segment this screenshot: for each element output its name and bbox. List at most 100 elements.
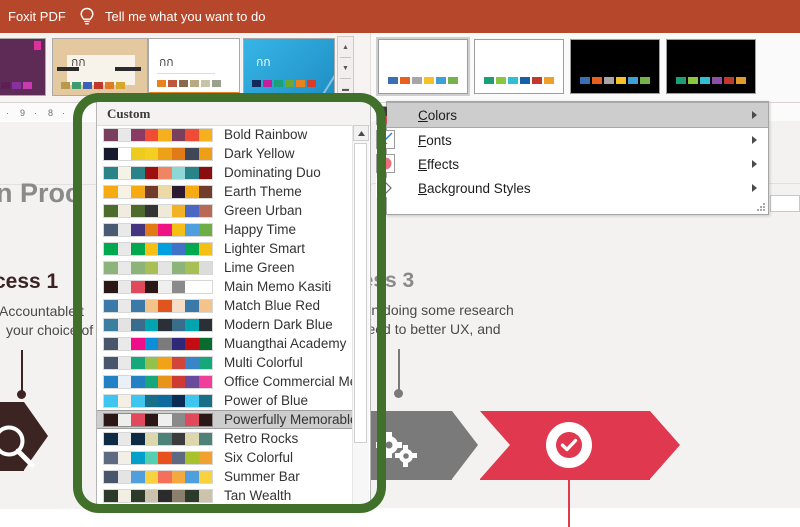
theme-color-swatches xyxy=(103,165,213,180)
theme-list-item[interactable]: Dominating Duo xyxy=(97,163,353,182)
variant-2[interactable] xyxy=(474,39,564,94)
theme-thumb-text: กก xyxy=(71,55,86,69)
theme-list-item-label: Six Colorful xyxy=(224,450,294,465)
tell-me-input[interactable]: Tell me what you want to do xyxy=(105,0,265,33)
theme-list-item-label: Match Blue Red xyxy=(224,298,321,313)
theme-list-item[interactable]: Main Memo Kasiti xyxy=(97,277,353,296)
theme-thumb-wood[interactable]: กก xyxy=(52,38,148,96)
theme-list-item-label: Office Commercial Metro xyxy=(224,374,353,389)
process1-body-line2: your choice of xyxy=(6,322,94,338)
theme-list-item[interactable]: Power of Blue xyxy=(97,391,353,410)
ruler-tick: 8 xyxy=(48,108,54,118)
chevron-right-icon xyxy=(752,136,757,144)
menu-item-effects-label: Effects xyxy=(418,156,460,172)
theme-context-menu[interactable]: A Colors Fonts Effects Background Styles xyxy=(376,101,769,215)
theme-list-item-label: Power of Blue xyxy=(224,393,309,408)
theme-list-item[interactable]: Match Blue Red xyxy=(97,296,353,315)
theme-color-swatches xyxy=(103,279,213,294)
theme-thumb-white[interactable]: กก xyxy=(148,38,240,96)
theme-colors-dropdown[interactable]: Custom Bold Rainbow Dark Yellow Dominating… xyxy=(96,101,371,508)
theme-list-item[interactable]: Six Colorful xyxy=(97,448,353,467)
theme-list-item[interactable]: Modern Dark Blue xyxy=(97,315,353,334)
ribbon-tab-bar: Foxit PDF Tell me what you want to do xyxy=(0,0,800,33)
theme-list-item[interactable]: Powerfully Memorable xyxy=(97,410,353,429)
theme-list-item-label: Muangthai Academy xyxy=(224,336,347,351)
scroll-up-arrow[interactable] xyxy=(353,125,369,141)
theme-color-swatches xyxy=(103,431,213,446)
theme-list-item[interactable]: Retro Rocks xyxy=(97,429,353,448)
menu-item-colors[interactable]: Colors xyxy=(387,102,768,128)
theme-list-item-label: Happy Time xyxy=(224,222,297,237)
ruler-tick: · xyxy=(34,108,37,118)
theme-list-scrollbar[interactable] xyxy=(352,125,369,507)
theme-list-item[interactable]: Bold Rainbow xyxy=(97,125,353,144)
gallery-scroll-buttons: ▲ ▼ ▬ xyxy=(337,36,354,99)
theme-color-swatches xyxy=(103,146,213,161)
theme-color-swatches xyxy=(103,298,213,313)
theme-list-item[interactable]: Dark Yellow xyxy=(97,144,353,163)
theme-list-item-label: Earth Theme xyxy=(224,184,302,199)
process1-stem xyxy=(21,350,23,395)
theme-color-swatches xyxy=(103,127,213,142)
theme-color-swatches xyxy=(103,488,213,503)
theme-list-item-label: Lighter Smart xyxy=(224,241,306,256)
variants-gallery xyxy=(370,33,800,102)
tab-foxit-pdf[interactable]: Foxit PDF xyxy=(8,0,66,33)
theme-list-item[interactable]: Summer Bar xyxy=(97,467,353,486)
ruler-tick: · xyxy=(6,108,9,118)
theme-color-swatches xyxy=(103,412,213,427)
menu-item-effects[interactable]: Effects xyxy=(387,152,768,176)
gallery-scroll-down-button[interactable]: ▼ xyxy=(338,58,353,78)
process1-body-line1: . Accountable t xyxy=(0,303,84,319)
theme-list-item-label: Powerfully Memorable xyxy=(224,412,353,427)
variant-4[interactable] xyxy=(666,39,756,94)
theme-list-item-label: Main Memo Kasiti xyxy=(224,279,332,294)
theme-list-item[interactable]: Green Urban xyxy=(97,201,353,220)
theme-color-swatches xyxy=(103,469,213,484)
theme-list-item-label: Dominating Duo xyxy=(224,165,321,180)
lightbulb-icon[interactable] xyxy=(78,7,96,27)
theme-thumb-text: กก xyxy=(256,55,271,69)
process3-dot xyxy=(394,389,403,398)
menu-item-background-styles[interactable]: Background Styles xyxy=(387,176,768,200)
theme-list-item-label: Multi Colorful xyxy=(224,355,303,370)
process1-heading: cess 1 xyxy=(0,270,59,293)
variant-1[interactable] xyxy=(376,37,470,96)
theme-list-item[interactable]: Multi Colorful xyxy=(97,353,353,372)
gears-icon xyxy=(376,432,417,467)
process1-dot xyxy=(17,390,26,399)
variant-3[interactable] xyxy=(570,39,660,94)
theme-list-item[interactable]: Muangthai Academy xyxy=(97,334,353,353)
magnifier-icon xyxy=(0,425,35,468)
theme-list-item[interactable]: Lime Green xyxy=(97,258,353,277)
theme-list-item-label: Retro Rocks xyxy=(224,431,299,446)
theme-color-swatches xyxy=(103,336,213,351)
process3-stem xyxy=(398,349,400,394)
theme-list-item[interactable]: Earth Theme xyxy=(97,182,353,201)
gallery-scroll-up-button[interactable]: ▲ xyxy=(338,37,353,57)
resize-grip[interactable] xyxy=(757,203,765,212)
theme-list-item[interactable]: Office Commercial Metro xyxy=(97,372,353,391)
theme-thumb-blue[interactable]: กก xyxy=(243,38,335,96)
theme-color-swatches xyxy=(103,317,213,332)
theme-color-swatches xyxy=(103,450,213,465)
menu-item-colors-label: Colors xyxy=(418,107,458,123)
theme-list-item[interactable]: Happy Time xyxy=(97,220,353,239)
theme-color-swatches xyxy=(103,260,213,275)
theme-list-item[interactable]: Tan Wealth xyxy=(97,486,353,505)
theme-thumb-purple[interactable] xyxy=(0,38,46,96)
theme-list[interactable]: Bold Rainbow Dark Yellow Dominating Duo Ear… xyxy=(97,125,353,507)
scrollbar-thumb[interactable] xyxy=(354,143,367,443)
gallery-more-button[interactable]: ▬ xyxy=(338,79,353,99)
menu-item-fonts[interactable]: Fonts xyxy=(387,128,768,152)
theme-list-item-label: Dark Yellow xyxy=(224,146,295,161)
chevron-right-icon xyxy=(752,184,757,192)
menu-item-background-styles-label: Background Styles xyxy=(418,180,531,196)
dropdown-section-header: Custom xyxy=(97,102,370,126)
theme-list-item-label: Tan Wealth xyxy=(224,488,292,503)
ruler-tick: 9 xyxy=(20,108,26,118)
theme-color-swatches xyxy=(103,355,213,370)
process3-lower-stem xyxy=(568,480,570,527)
mini-text-box[interactable] xyxy=(770,195,800,212)
theme-list-item[interactable]: Lighter Smart xyxy=(97,239,353,258)
